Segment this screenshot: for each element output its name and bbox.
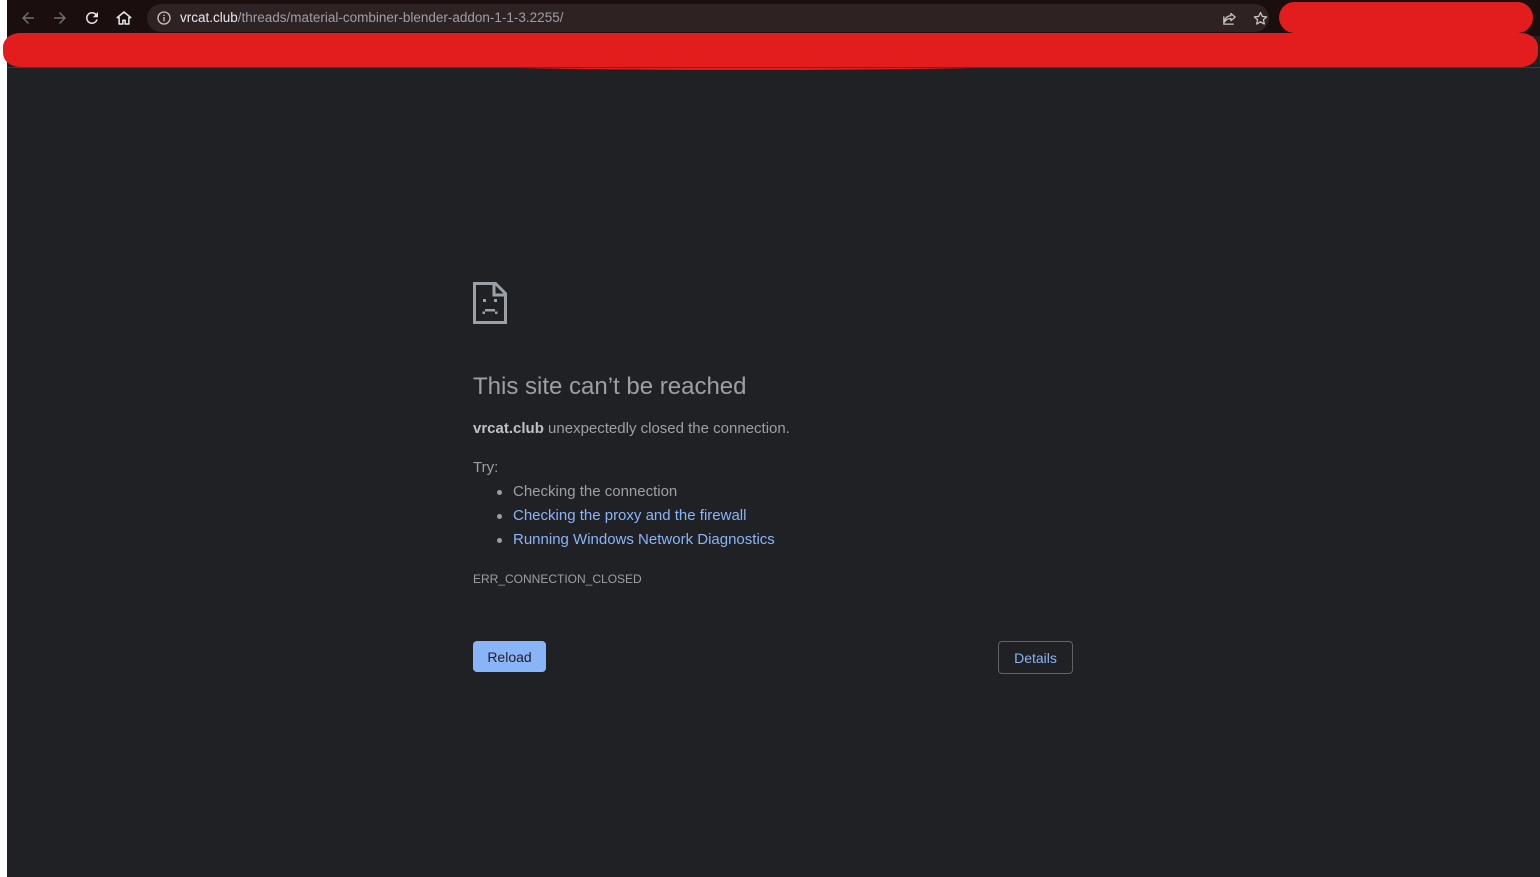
suggestion-check-proxy-link[interactable]: Checking the proxy and the firewall [495,505,775,529]
forward-button[interactable] [48,6,72,30]
try-label: Try: [473,459,499,476]
bookmark-button[interactable] [1250,9,1270,27]
browser-window: vrcat.club/threads/material-combiner-ble… [3,0,1540,877]
suggestion-check-connection: Checking the connection [495,481,775,505]
error-summary-text: unexpectedly closed the connection. [543,420,790,437]
window-edge [0,0,7,877]
reload-button[interactable]: Reload [473,641,546,672]
reload-toolbar-button[interactable] [80,6,104,30]
url-path: /threads/material-combiner-blender-addon… [237,10,564,25]
error-title: This site can’t be reached [473,373,747,400]
url-host: vrcat.club [180,10,238,25]
home-button[interactable] [112,6,136,30]
error-code: ERR_CONNECTION_CLOSED [473,572,642,586]
info-icon [157,11,171,25]
sad-file-icon [473,282,507,324]
address-bar[interactable]: vrcat.club/threads/material-combiner-ble… [147,4,1269,32]
url-text[interactable]: vrcat.club/threads/material-combiner-ble… [180,10,563,25]
suggestions-list: Checking the connection Checking the pro… [495,481,775,553]
back-arrow-icon [22,12,34,24]
back-button[interactable] [16,6,40,30]
share-button[interactable] [1219,9,1239,27]
forward-arrow-icon [54,12,66,24]
error-host: vrcat.club [473,420,544,437]
error-summary: vrcat.club unexpectedly closed the conne… [473,420,790,437]
toolbar-divider [7,67,1540,68]
browser-toolbar: vrcat.club/threads/material-combiner-ble… [7,0,1540,36]
reload-icon [85,11,98,24]
redaction-mark [1279,2,1533,33]
share-icon [1222,12,1236,25]
star-icon [1253,11,1267,25]
suggestion-network-diagnostics-link[interactable]: Running Windows Network Diagnostics [495,529,775,553]
home-icon [116,11,132,25]
details-button[interactable]: Details [998,641,1073,674]
site-info-button[interactable] [155,9,173,27]
